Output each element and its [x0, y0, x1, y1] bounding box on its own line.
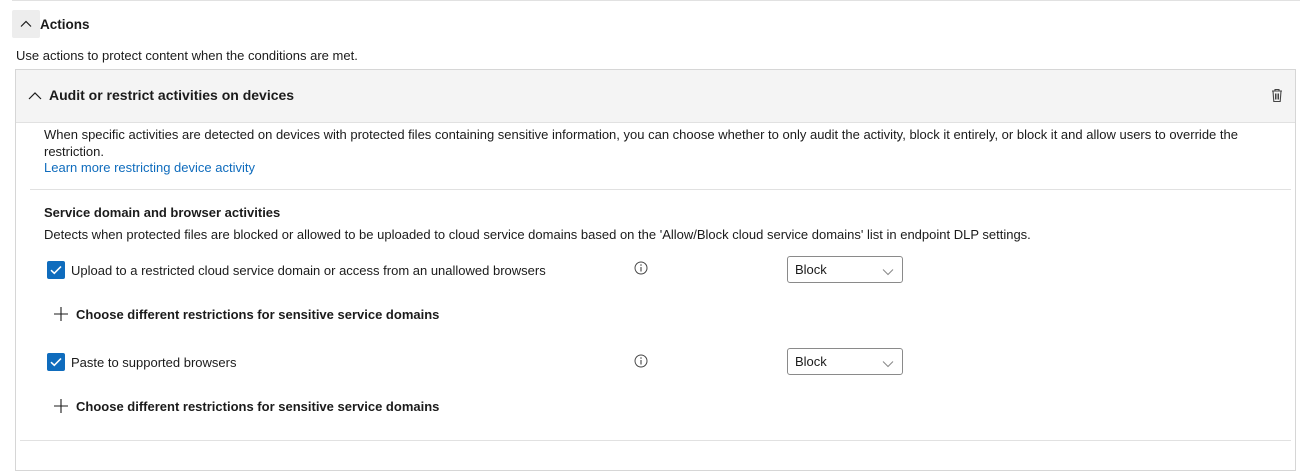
group-title: Service domain and browser activities: [44, 205, 281, 220]
info-icon[interactable]: [634, 354, 648, 368]
checkmark-icon: [50, 357, 62, 367]
actions-section-toggle[interactable]: Actions: [12, 10, 90, 38]
restriction-select[interactable]: Block: [787, 256, 903, 283]
activity-row: Upload to a restricted cloud service dom…: [47, 259, 546, 281]
restriction-select-value: Block: [795, 354, 827, 369]
chevron-up-icon: [12, 10, 40, 38]
top-divider: [12, 0, 1300, 1]
activity-label: Upload to a restricted cloud service dom…: [71, 262, 546, 278]
restriction-select-value: Block: [795, 262, 827, 277]
section-title: Actions: [40, 16, 90, 32]
activity-checkbox[interactable]: [47, 261, 65, 279]
activity-row: Paste to supported browsers: [47, 351, 236, 373]
panel-header[interactable]: Audit or restrict activities on devices: [16, 70, 1295, 123]
trash-icon[interactable]: [1268, 86, 1286, 104]
chevron-down-icon: [882, 357, 894, 368]
checkmark-icon: [50, 265, 62, 275]
add-restrictions-button[interactable]: Choose different restrictions for sensit…: [53, 398, 439, 414]
add-restrictions-label: Choose different restrictions for sensit…: [76, 398, 440, 414]
info-icon[interactable]: [634, 261, 648, 275]
activity-checkbox[interactable]: [47, 353, 65, 371]
add-restrictions-label: Choose different restrictions for sensit…: [76, 306, 440, 322]
activity-label: Paste to supported browsers: [71, 354, 237, 370]
chevron-up-icon[interactable]: [26, 87, 44, 105]
divider: [30, 189, 1291, 190]
device-activities-panel: Audit or restrict activities on devices …: [15, 69, 1296, 471]
chevron-down-icon: [882, 265, 894, 276]
divider: [20, 440, 1291, 441]
group-description: Detects when protected files are blocked…: [44, 227, 1031, 242]
panel-description: When specific activities are detected on…: [44, 127, 1238, 159]
plus-icon: [53, 398, 69, 414]
section-intro: Use actions to protect content when the …: [16, 48, 358, 63]
panel-title: Audit or restrict activities on devices: [49, 87, 295, 103]
learn-more-link[interactable]: Learn more restricting device activity: [44, 160, 255, 175]
add-restrictions-button[interactable]: Choose different restrictions for sensit…: [53, 306, 439, 322]
restriction-select[interactable]: Block: [787, 348, 903, 375]
plus-icon: [53, 306, 69, 322]
